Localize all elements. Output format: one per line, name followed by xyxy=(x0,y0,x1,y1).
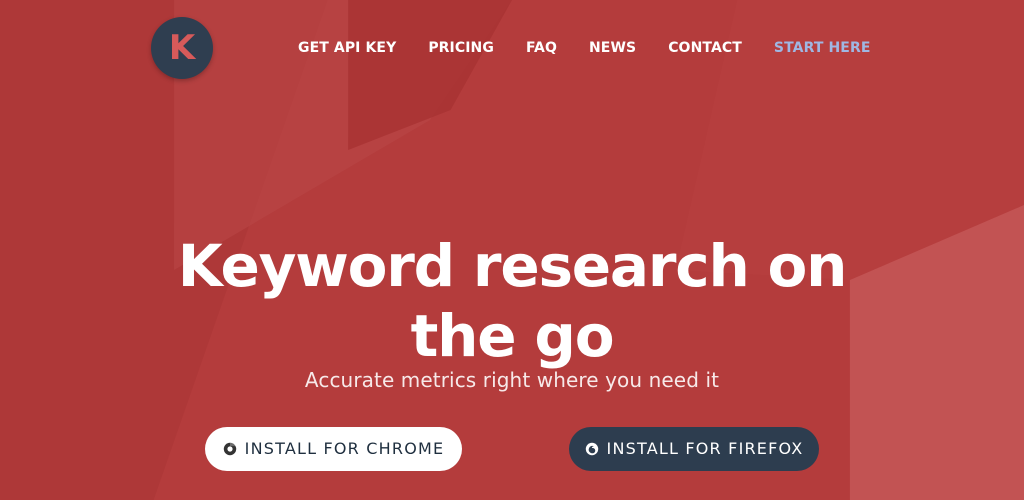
install-firefox-button[interactable]: INSTALL FOR FIREFOX xyxy=(569,427,819,471)
chrome-icon xyxy=(223,442,237,456)
firefox-icon xyxy=(585,442,599,456)
install-chrome-label: INSTALL FOR CHROME xyxy=(244,439,445,458)
install-chrome-button[interactable]: INSTALL FOR CHROME xyxy=(205,427,462,471)
hero-title-line: the go xyxy=(410,301,615,370)
install-firefox-label: INSTALL FOR FIREFOX xyxy=(606,439,804,458)
hero-section: Keyword research on the go Accurate metr… xyxy=(0,0,1024,500)
hero-subtitle: Accurate metrics right where you need it xyxy=(304,368,720,392)
hero-title: Keyword research on the go xyxy=(0,231,1024,371)
hero-title-line: Keyword research on xyxy=(177,231,848,300)
